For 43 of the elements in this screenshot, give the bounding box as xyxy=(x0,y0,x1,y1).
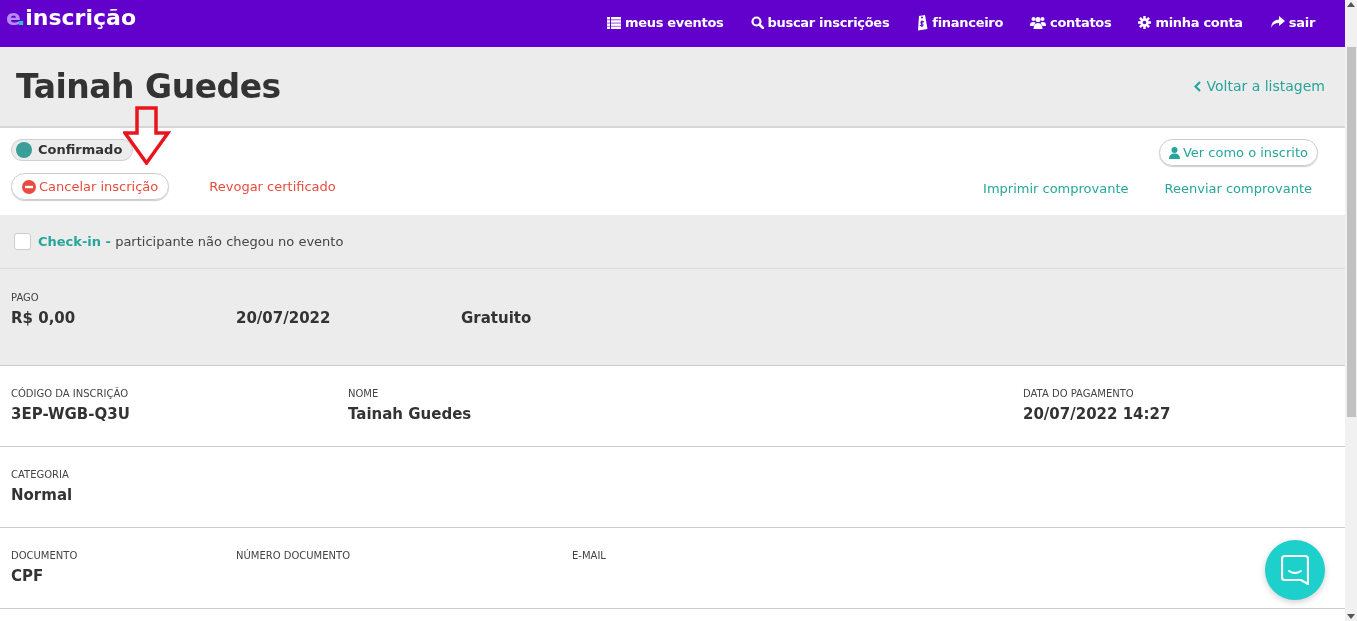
price-tag-icon xyxy=(916,14,929,32)
nav-link[interactable]: minha conta xyxy=(1138,13,1243,33)
field-label: NÚMERO DOCUMENTO xyxy=(236,549,351,563)
scroll-up-icon[interactable] xyxy=(1347,2,1355,7)
revoke-link[interactable]: Revogar certificado xyxy=(209,176,336,197)
field-value: 20/07/2022 xyxy=(236,308,331,329)
down-arrow-icon xyxy=(123,106,171,165)
field-label: PAGO xyxy=(11,291,39,305)
nav-link[interactable]: financeiro xyxy=(916,13,1004,33)
field-value: Tainah Guedes xyxy=(348,404,472,425)
scrollbar[interactable] xyxy=(1345,0,1357,621)
share-arrow-icon xyxy=(1269,16,1285,30)
logo[interactable]: e.inscrição xyxy=(6,7,136,29)
field-label: CÓDIGO DA INSCRIÇÃO xyxy=(11,387,129,401)
field-label: E-MAIL xyxy=(572,549,606,563)
field-value: 20/07/2022 14:27 xyxy=(1023,404,1171,425)
user-icon xyxy=(1168,146,1180,159)
chevron-left-icon xyxy=(1194,81,1202,92)
field-label: DATA DO PAGAMENTO xyxy=(1023,387,1134,401)
scrollbar-thumb[interactable] xyxy=(1346,47,1356,417)
field-label: NOME xyxy=(348,387,379,401)
nav-link[interactable]: buscar inscrições xyxy=(750,13,890,33)
users-icon xyxy=(1030,16,1047,30)
scroll-down-icon[interactable] xyxy=(1347,614,1355,619)
settings-icon xyxy=(1138,16,1152,30)
field-value: Normal xyxy=(11,485,73,506)
nav-link[interactable]: meus eventos xyxy=(606,13,724,33)
field-value: CPF xyxy=(11,566,44,587)
field-value: Gratuito xyxy=(461,308,532,329)
no-entry-icon xyxy=(22,179,36,194)
field-value: 3EP-WGB-Q3U xyxy=(11,404,130,425)
field-value: R$ 0,00 xyxy=(11,308,76,329)
checkin-text: Check-in - participante não chegou no evento xyxy=(38,232,344,251)
page-title: Tainah Guedes xyxy=(16,65,281,108)
status-badge: Confirmado xyxy=(11,139,134,161)
field-label: DOCUMENTO xyxy=(11,549,78,563)
checkin-checkbox[interactable] xyxy=(14,233,31,250)
field-label: CATEGORIA xyxy=(11,468,69,482)
search-icon xyxy=(750,16,764,30)
nav-link[interactable]: contatos xyxy=(1030,13,1112,33)
nav-link[interactable]: sair xyxy=(1269,13,1315,33)
list-icon xyxy=(606,16,621,29)
chat-icon xyxy=(1281,555,1309,585)
